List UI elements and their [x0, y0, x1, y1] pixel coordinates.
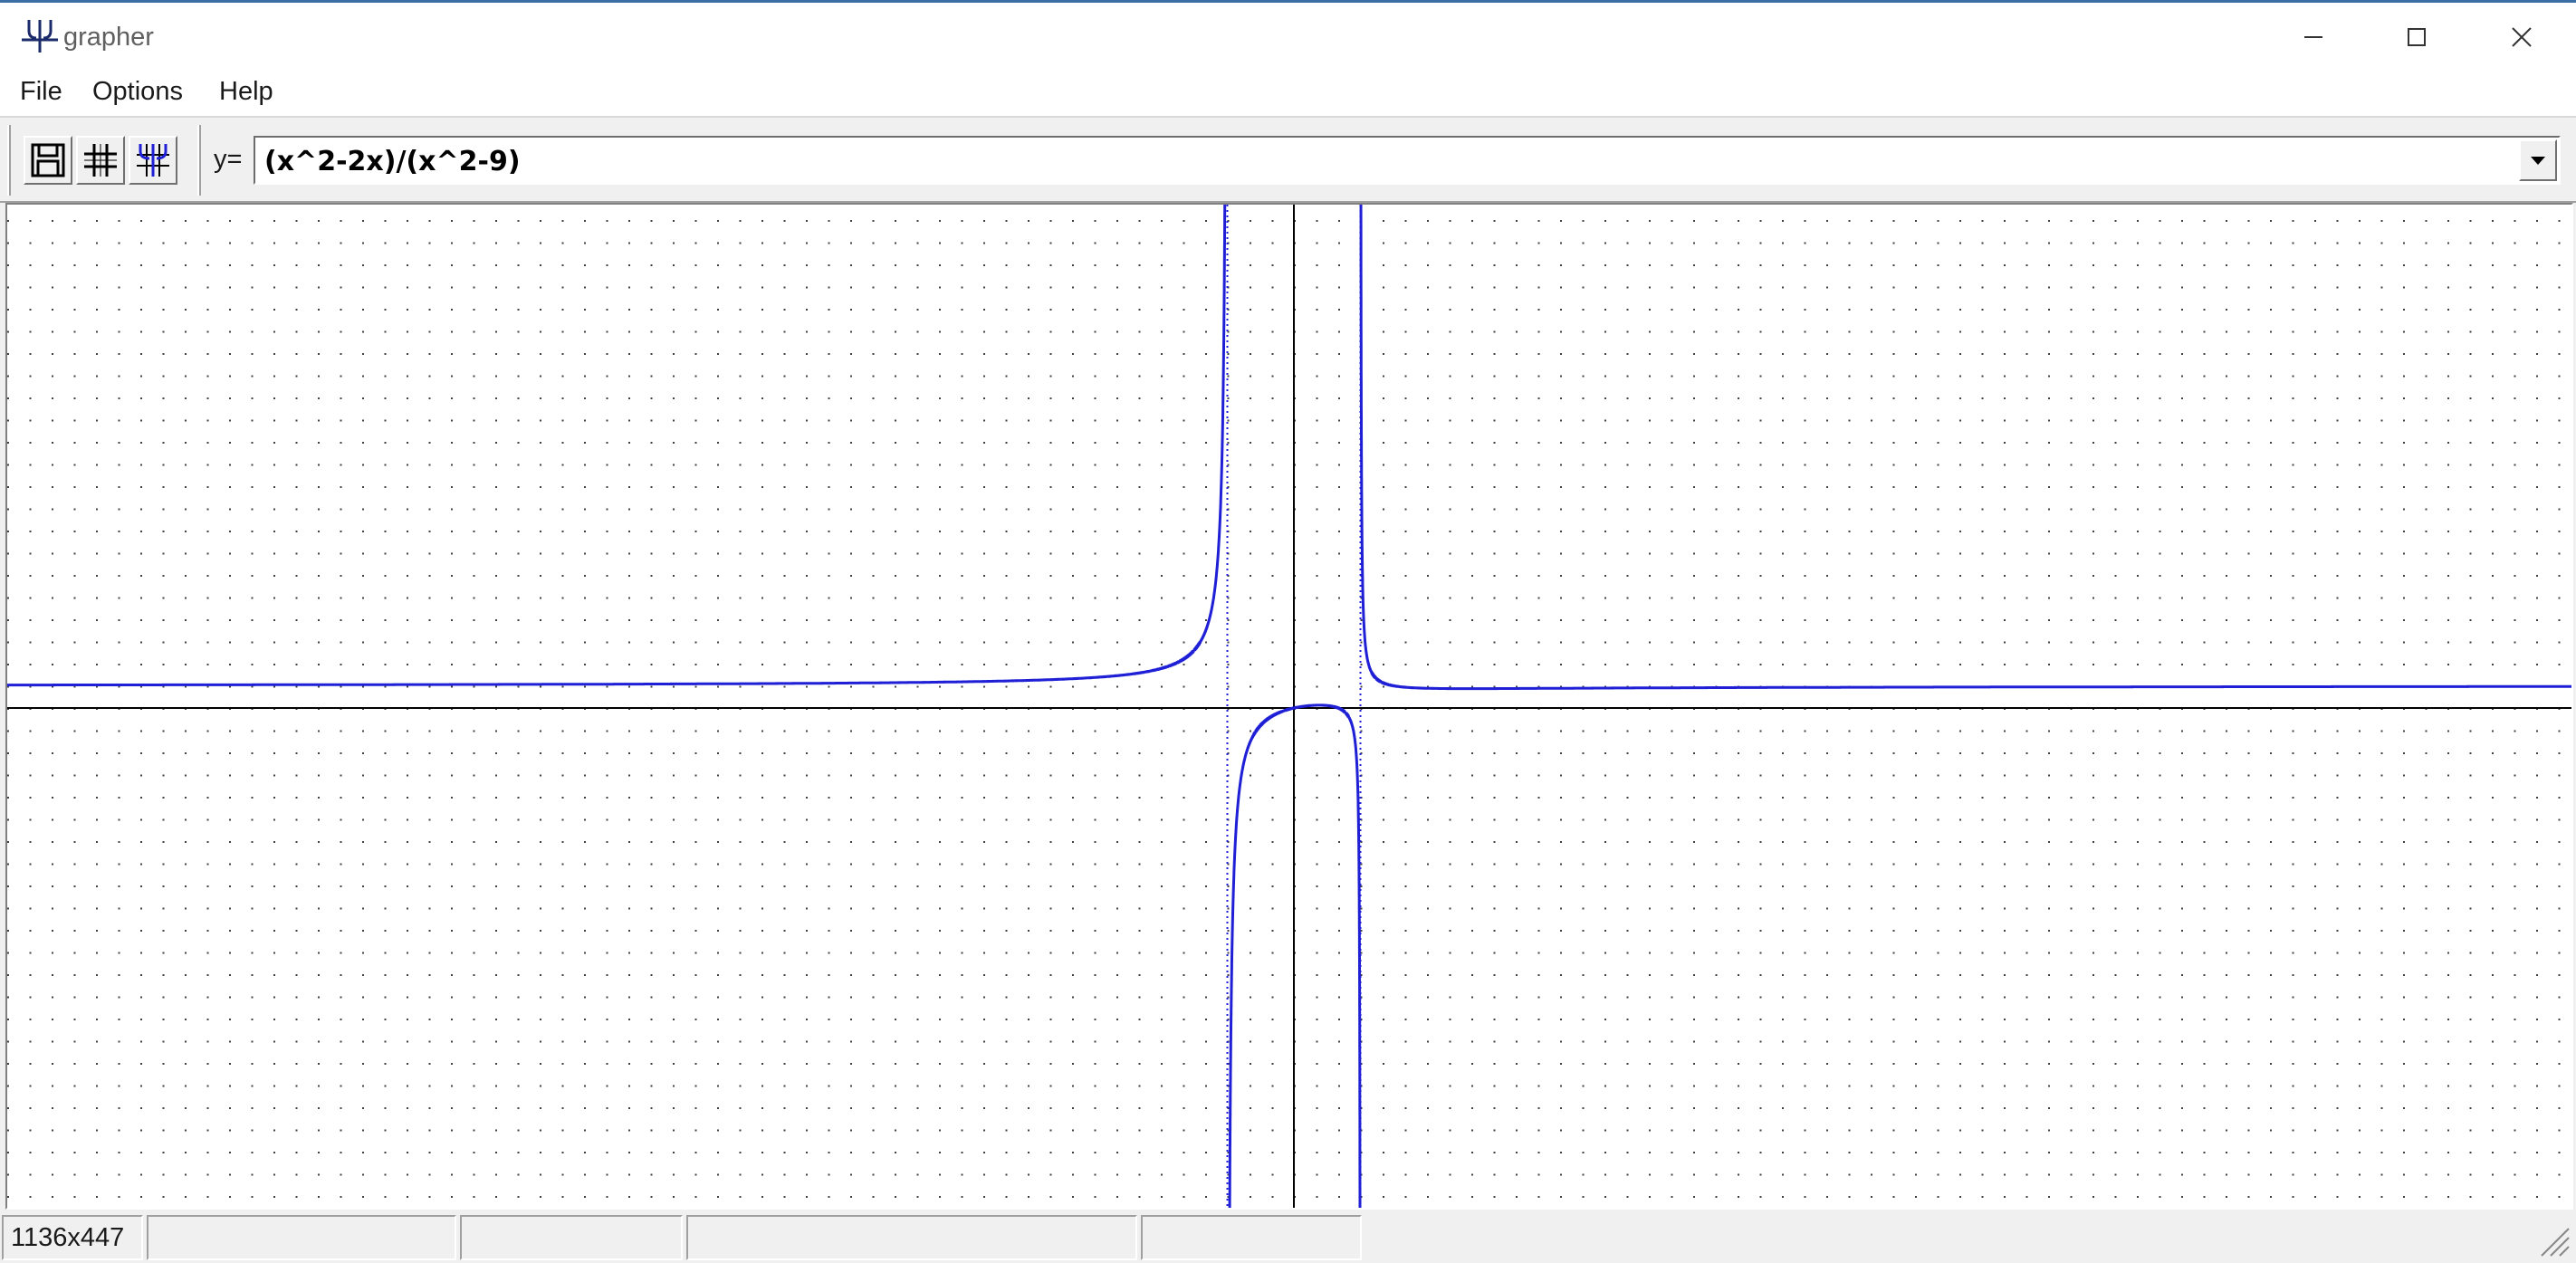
- menu-help[interactable]: Help: [219, 77, 273, 107]
- status-pane-6: [1365, 1215, 2533, 1260]
- grid-icon: [84, 144, 117, 177]
- toolbar: y= (x^2-2x)/(x^2-9): [0, 116, 2576, 203]
- dropdown-button[interactable]: [2519, 139, 2557, 181]
- graph-area[interactable]: [5, 203, 2573, 1210]
- axes: [7, 205, 2571, 1208]
- menu-file[interactable]: File: [20, 77, 62, 107]
- title-bar: grapher: [0, 0, 2576, 71]
- status-pane-3: [460, 1215, 683, 1260]
- toolbar-grip[interactable]: [7, 125, 11, 196]
- function-combobox[interactable]: (x^2-2x)/(x^2-9): [254, 136, 2561, 185]
- menu-options[interactable]: Options: [92, 77, 183, 107]
- resize-grip-icon[interactable]: [2534, 1221, 2571, 1258]
- dropdown-arrow-icon: [2531, 157, 2545, 165]
- grapher-logo-icon: [20, 18, 60, 54]
- axes-toggle-button[interactable]: [129, 136, 177, 185]
- save-button[interactable]: [24, 136, 72, 185]
- status-pane-size: 1136x447: [2, 1215, 143, 1260]
- menu-bar: File Options Help: [0, 71, 2576, 116]
- curve-branch-1: [7, 205, 1227, 687]
- close-button[interactable]: [2472, 5, 2571, 69]
- status-pane-2: [147, 1215, 456, 1260]
- status-bar: 1136x447: [0, 1213, 2576, 1263]
- minimize-button[interactable]: [2264, 5, 2363, 69]
- save-icon: [31, 143, 65, 177]
- minimize-icon: [2304, 36, 2322, 38]
- window-title: grapher: [63, 23, 154, 52]
- close-icon: [2512, 27, 2532, 47]
- status-pane-5: [1141, 1215, 1362, 1260]
- function-plot[interactable]: [7, 205, 2571, 1208]
- function-curve: [7, 205, 2571, 1208]
- maximize-button[interactable]: [2367, 5, 2466, 69]
- curve-branch-3: [1359, 205, 2571, 691]
- y-equals-label: y=: [214, 145, 243, 174]
- function-input[interactable]: (x^2-2x)/(x^2-9): [264, 146, 521, 177]
- maximize-icon: [2408, 28, 2426, 46]
- grid-toggle-button[interactable]: [76, 136, 125, 185]
- toolbar-grip-2[interactable]: [197, 125, 201, 196]
- status-pane-4: [686, 1215, 1137, 1260]
- axes-icon: [137, 144, 169, 177]
